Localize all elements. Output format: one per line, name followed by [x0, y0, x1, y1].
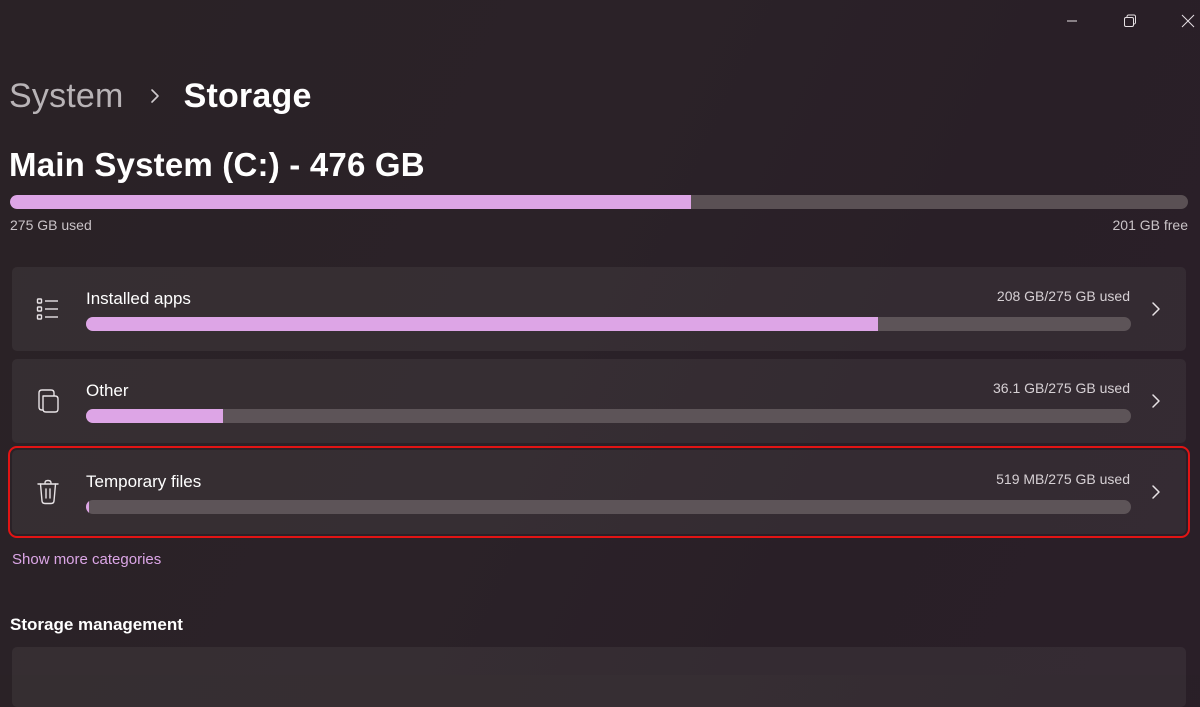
category-usage: 36.1 GB/275 GB used — [993, 380, 1130, 396]
trash-icon — [34, 478, 62, 506]
category-temporary-files[interactable]: Temporary files 519 MB/275 GB used — [8, 446, 1190, 538]
category-usage-bar — [86, 317, 1131, 331]
storage-management-heading: Storage management — [10, 615, 183, 634]
category-label: Installed apps — [86, 289, 191, 308]
category-usage: 208 GB/275 GB used — [996, 288, 1130, 304]
category-label: Temporary files — [86, 472, 202, 491]
close-button[interactable] — [1165, 6, 1200, 36]
show-more-categories-link[interactable]: Show more categories — [12, 551, 161, 568]
restore-icon — [1124, 14, 1136, 27]
restore-button[interactable] — [1107, 6, 1153, 36]
close-icon — [1181, 14, 1195, 28]
category-other[interactable]: Other 36.1 GB/275 GB used — [12, 359, 1186, 443]
category-usage-bar — [86, 500, 1131, 514]
drive-used-label: 275 GB used — [10, 217, 92, 233]
list-icon — [34, 295, 62, 323]
drive-usage-bar-fill — [10, 195, 691, 209]
drive-usage-bar — [10, 195, 1188, 209]
category-usage-bar-fill — [86, 317, 879, 331]
drive-title: Main System (C:) - 476 GB — [9, 146, 425, 183]
breadcrumb: System Storage — [9, 74, 312, 118]
category-usage-bar-fill — [86, 500, 90, 514]
breadcrumb-system-link[interactable]: System — [9, 77, 124, 116]
chevron-right-icon — [142, 74, 168, 118]
drive-free-label: 201 GB free — [1112, 217, 1189, 233]
minimize-button[interactable] — [1049, 6, 1095, 36]
category-label: Other — [86, 381, 129, 400]
storage-management-card[interactable] — [12, 647, 1186, 707]
category-usage: 519 MB/275 GB used — [996, 471, 1130, 487]
chevron-right-icon — [1146, 299, 1166, 319]
category-usage-bar — [86, 409, 1131, 423]
minimize-icon — [1067, 20, 1077, 22]
page-title: Storage — [183, 76, 312, 115]
chevron-right-icon — [1146, 391, 1166, 411]
category-usage-bar-fill — [86, 409, 223, 423]
documents-icon — [34, 387, 62, 415]
category-installed-apps[interactable]: Installed apps 208 GB/275 GB used — [12, 267, 1186, 351]
chevron-right-icon — [1146, 482, 1166, 502]
